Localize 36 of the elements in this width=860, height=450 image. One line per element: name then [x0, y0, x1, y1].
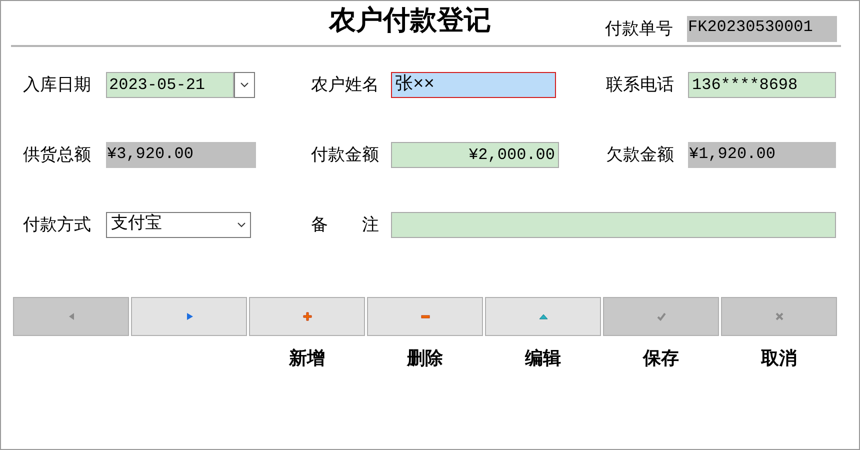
remarks-field[interactable]	[391, 212, 836, 238]
toolbar-button[interactable]	[249, 297, 365, 336]
field-label: 农户姓名	[311, 74, 380, 96]
triangle-left-icon	[66, 312, 76, 321]
name-field[interactable]: 张××	[391, 72, 556, 98]
toolbar-button[interactable]	[367, 297, 483, 336]
minus-icon	[420, 312, 430, 321]
field-label: 联系电话	[606, 74, 675, 96]
button-caption: 删除	[407, 347, 443, 371]
button-caption: 新增	[289, 347, 325, 371]
checkmark-icon	[656, 312, 666, 321]
toolbar-button[interactable]	[485, 297, 601, 336]
field-label: 欠款金额	[606, 144, 675, 166]
toolbar-button[interactable]	[131, 297, 247, 336]
plus-icon	[302, 312, 312, 321]
button-caption: 取消	[761, 347, 797, 371]
field-label: 供货总额	[23, 144, 92, 166]
field-label: 付款方式	[23, 214, 92, 236]
chevron-down-icon	[240, 82, 249, 88]
field-label: 付款金额	[311, 144, 380, 166]
readonly-field: ¥3,920.00	[106, 142, 256, 168]
button-caption: 保存	[643, 347, 679, 371]
triangle-up-icon	[538, 312, 548, 321]
chevron-down-icon	[237, 222, 246, 228]
triangle-right-icon	[184, 312, 194, 321]
order-number-field: FK20230530001	[687, 16, 837, 42]
input-field[interactable]: 136****8698	[688, 72, 836, 98]
payment-method-dropdown[interactable]: 支付宝	[106, 212, 251, 238]
amount-field[interactable]: ¥2,000.00	[391, 142, 559, 168]
readonly-field: ¥1,920.00	[688, 142, 836, 168]
button-caption: 编辑	[525, 347, 561, 371]
close-icon	[774, 312, 784, 321]
field-label: 付款单号	[605, 18, 674, 40]
field-label: 入库日期	[23, 74, 92, 96]
form-title: 农户付款登记	[329, 4, 492, 38]
field-label: 备 注	[311, 214, 380, 236]
